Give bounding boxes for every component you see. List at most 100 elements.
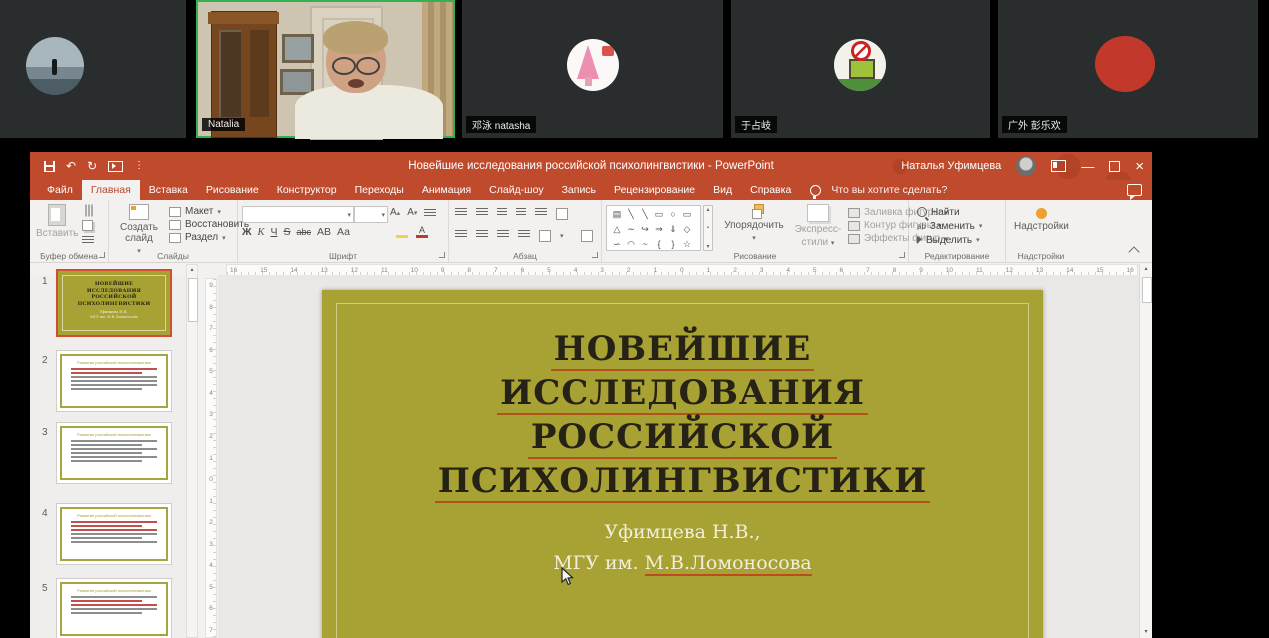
- shrink-font-button[interactable]: А▾: [407, 207, 417, 218]
- font-color-button[interactable]: А: [416, 226, 428, 237]
- tab-review[interactable]: Рецензирование: [605, 180, 704, 200]
- paste-button[interactable]: Вставить: [36, 204, 78, 239]
- cut-icon[interactable]: [84, 205, 93, 217]
- slide-author: Уфимцева Н.В.,: [322, 517, 1043, 548]
- tell-me-search[interactable]: Что вы хотите сделать?: [825, 180, 953, 200]
- decrease-indent-icon[interactable]: [497, 208, 507, 217]
- close-button[interactable]: ×: [1135, 159, 1144, 174]
- redo-icon[interactable]: ↻: [87, 160, 97, 172]
- speaker-body: [295, 85, 443, 139]
- justify-icon[interactable]: [518, 230, 530, 239]
- scrollbar-thumb[interactable]: [1142, 277, 1152, 303]
- font-name-select[interactable]: ▾: [242, 206, 354, 223]
- tab-file[interactable]: Файл: [38, 180, 82, 200]
- tab-record[interactable]: Запись: [553, 180, 605, 200]
- increase-indent-icon[interactable]: [516, 208, 526, 217]
- editor-scrollbar[interactable]: ▴ ▾: [1139, 264, 1152, 638]
- thumbnail-scrollbar[interactable]: ▴: [186, 264, 198, 638]
- columns-icon[interactable]: [539, 230, 551, 242]
- mouse-cursor: [560, 567, 574, 592]
- undo-icon[interactable]: ↶: [66, 160, 76, 172]
- shapes-gallery-scroll[interactable]: ▴▪▾: [703, 205, 713, 251]
- find-button[interactable]: Найти: [917, 205, 982, 219]
- participant-tile[interactable]: [0, 0, 186, 138]
- search-icon: [917, 207, 927, 217]
- format-painter-icon[interactable]: [82, 236, 94, 245]
- slide-thumbnail-3[interactable]: Развитие российской психолингвистики: [56, 422, 172, 484]
- tab-insert[interactable]: Вставка: [140, 180, 197, 200]
- slide-editor-canvas[interactable]: НОВЕЙШИЕ ИССЛЕДОВАНИЯ РОССИЙСКОЙ ПСИХОЛИ…: [218, 275, 1139, 638]
- arrange-button[interactable]: Упорядочить ▾: [722, 204, 786, 244]
- text-direction-icon[interactable]: [556, 208, 568, 220]
- speaker-face: [326, 29, 386, 93]
- grow-font-button[interactable]: А▴: [390, 207, 400, 218]
- participant-tile-active-speaker[interactable]: Natalia: [196, 0, 455, 138]
- align-left-icon[interactable]: [455, 230, 467, 239]
- powerpoint-window: Новейшие исследования российской психоли…: [30, 152, 1152, 638]
- tab-draw[interactable]: Рисование: [197, 180, 268, 200]
- group-label: Рисование: [602, 251, 908, 261]
- select-button[interactable]: Выделить▾: [917, 233, 982, 247]
- comments-icon[interactable]: [1127, 184, 1142, 196]
- slide-canvas[interactable]: НОВЕЙШИЕ ИССЛЕДОВАНИЯ РОССИЙСКОЙ ПСИХОЛИ…: [322, 290, 1043, 638]
- shapes-gallery[interactable]: ▤╲╲▭○▭ △∼↪⇒⇓◇ ∽◠~{}☆: [606, 205, 701, 251]
- numbering-icon[interactable]: [476, 208, 488, 217]
- tab-view[interactable]: Вид: [704, 180, 741, 200]
- slide-thumbnail-4[interactable]: Развитие российской психолингвистики: [56, 503, 172, 565]
- align-center-icon[interactable]: [476, 230, 488, 239]
- copy-icon[interactable]: [82, 220, 93, 231]
- font-dialog-launcher[interactable]: [439, 252, 445, 258]
- slide-thumbnail-2[interactable]: Развитие российской психолингвистики: [56, 350, 172, 412]
- restore-button[interactable]: [1109, 161, 1120, 172]
- tab-help[interactable]: Справка: [741, 180, 800, 200]
- tab-slideshow[interactable]: Слайд-шоу: [480, 180, 552, 200]
- quick-styles-button[interactable]: Экспресс- стили ▾: [790, 204, 846, 249]
- highlight-color-button[interactable]: [396, 226, 408, 237]
- paragraph-dialog-launcher[interactable]: [592, 252, 598, 258]
- participant-tile[interactable]: 邓泳 natasha: [462, 0, 723, 138]
- tab-animations[interactable]: Анимация: [413, 180, 480, 200]
- align-right-icon[interactable]: [497, 230, 509, 239]
- start-slideshow-icon[interactable]: [108, 161, 123, 172]
- tab-home[interactable]: Главная: [82, 180, 140, 200]
- ribbon-display-options-icon[interactable]: [1051, 160, 1066, 172]
- account-name[interactable]: Наталья Уфимцева: [901, 160, 1001, 172]
- title-bar: Новейшие исследования российской психоли…: [30, 152, 1152, 180]
- collapse-ribbon-icon[interactable]: [1128, 246, 1139, 257]
- group-clipboard: Вставить Буфер обмена: [30, 200, 109, 262]
- drawing-dialog-launcher[interactable]: [899, 252, 905, 258]
- scroll-up-icon[interactable]: ▴: [187, 265, 197, 276]
- save-icon[interactable]: [44, 161, 55, 172]
- font-style-buttons[interactable]: ЖКЧSabcАВАа: [242, 226, 350, 238]
- participant-tile[interactable]: 于占岐: [731, 0, 990, 138]
- customize-quick-access-icon[interactable]: ⋮: [134, 161, 144, 171]
- slide-title-textbox[interactable]: НОВЕЙШИЕ ИССЛЕДОВАНИЯ РОССИЙСКОЙ ПСИХОЛИ…: [322, 290, 1043, 503]
- account-avatar[interactable]: [1016, 156, 1036, 176]
- font-size-select[interactable]: ▾: [354, 206, 388, 223]
- slide-number: 5: [42, 583, 48, 594]
- scroll-up-icon[interactable]: ▴: [1140, 264, 1152, 275]
- new-slide-button[interactable]: Создать слайд ▾: [113, 204, 165, 257]
- tab-design[interactable]: Конструктор: [268, 180, 346, 200]
- slide-number: 3: [42, 427, 48, 438]
- replace-button[interactable]: ab Заменить▾: [917, 219, 982, 233]
- window-controls: Наталья Уфимцева — ×: [901, 152, 1144, 180]
- bullets-icon[interactable]: [455, 208, 467, 217]
- slide-subtitle-textbox[interactable]: Уфимцева Н.В., МГУ им. М.В.Ломоносова: [322, 517, 1043, 579]
- slide-thumbnail-5[interactable]: Развитие российской психолингвистики: [56, 578, 172, 638]
- screen: Natalia 邓泳 natasha 于占岐 广外 彭乐欢 Новейшие и…: [0, 0, 1269, 638]
- participant-tile[interactable]: 广外 彭乐欢: [998, 0, 1258, 138]
- addins-button[interactable]: Надстройки: [1014, 208, 1069, 232]
- layout-icon: [169, 207, 181, 217]
- convert-smartart-icon[interactable]: [581, 230, 593, 242]
- minimize-button[interactable]: —: [1081, 160, 1094, 173]
- line-spacing-icon[interactable]: [535, 208, 547, 217]
- group-font: ▾ ▾ А▴ А▾ ЖКЧSabcАВАа А Шрифт: [238, 200, 449, 262]
- clipboard-dialog-launcher[interactable]: [99, 252, 105, 258]
- slide-affiliation: МГУ им. М.В.Ломоносова: [322, 548, 1043, 579]
- scroll-down-icon[interactable]: ▾: [1140, 627, 1152, 638]
- clear-formatting-icon[interactable]: [424, 209, 436, 218]
- scrollbar-thumb[interactable]: [188, 278, 198, 322]
- tab-transitions[interactable]: Переходы: [346, 180, 413, 200]
- slide-thumbnail-1[interactable]: НОВЕЙШИЕИССЛЕДОВАНИЯРОССИЙСКОЙПСИХОЛИНГВ…: [56, 269, 172, 337]
